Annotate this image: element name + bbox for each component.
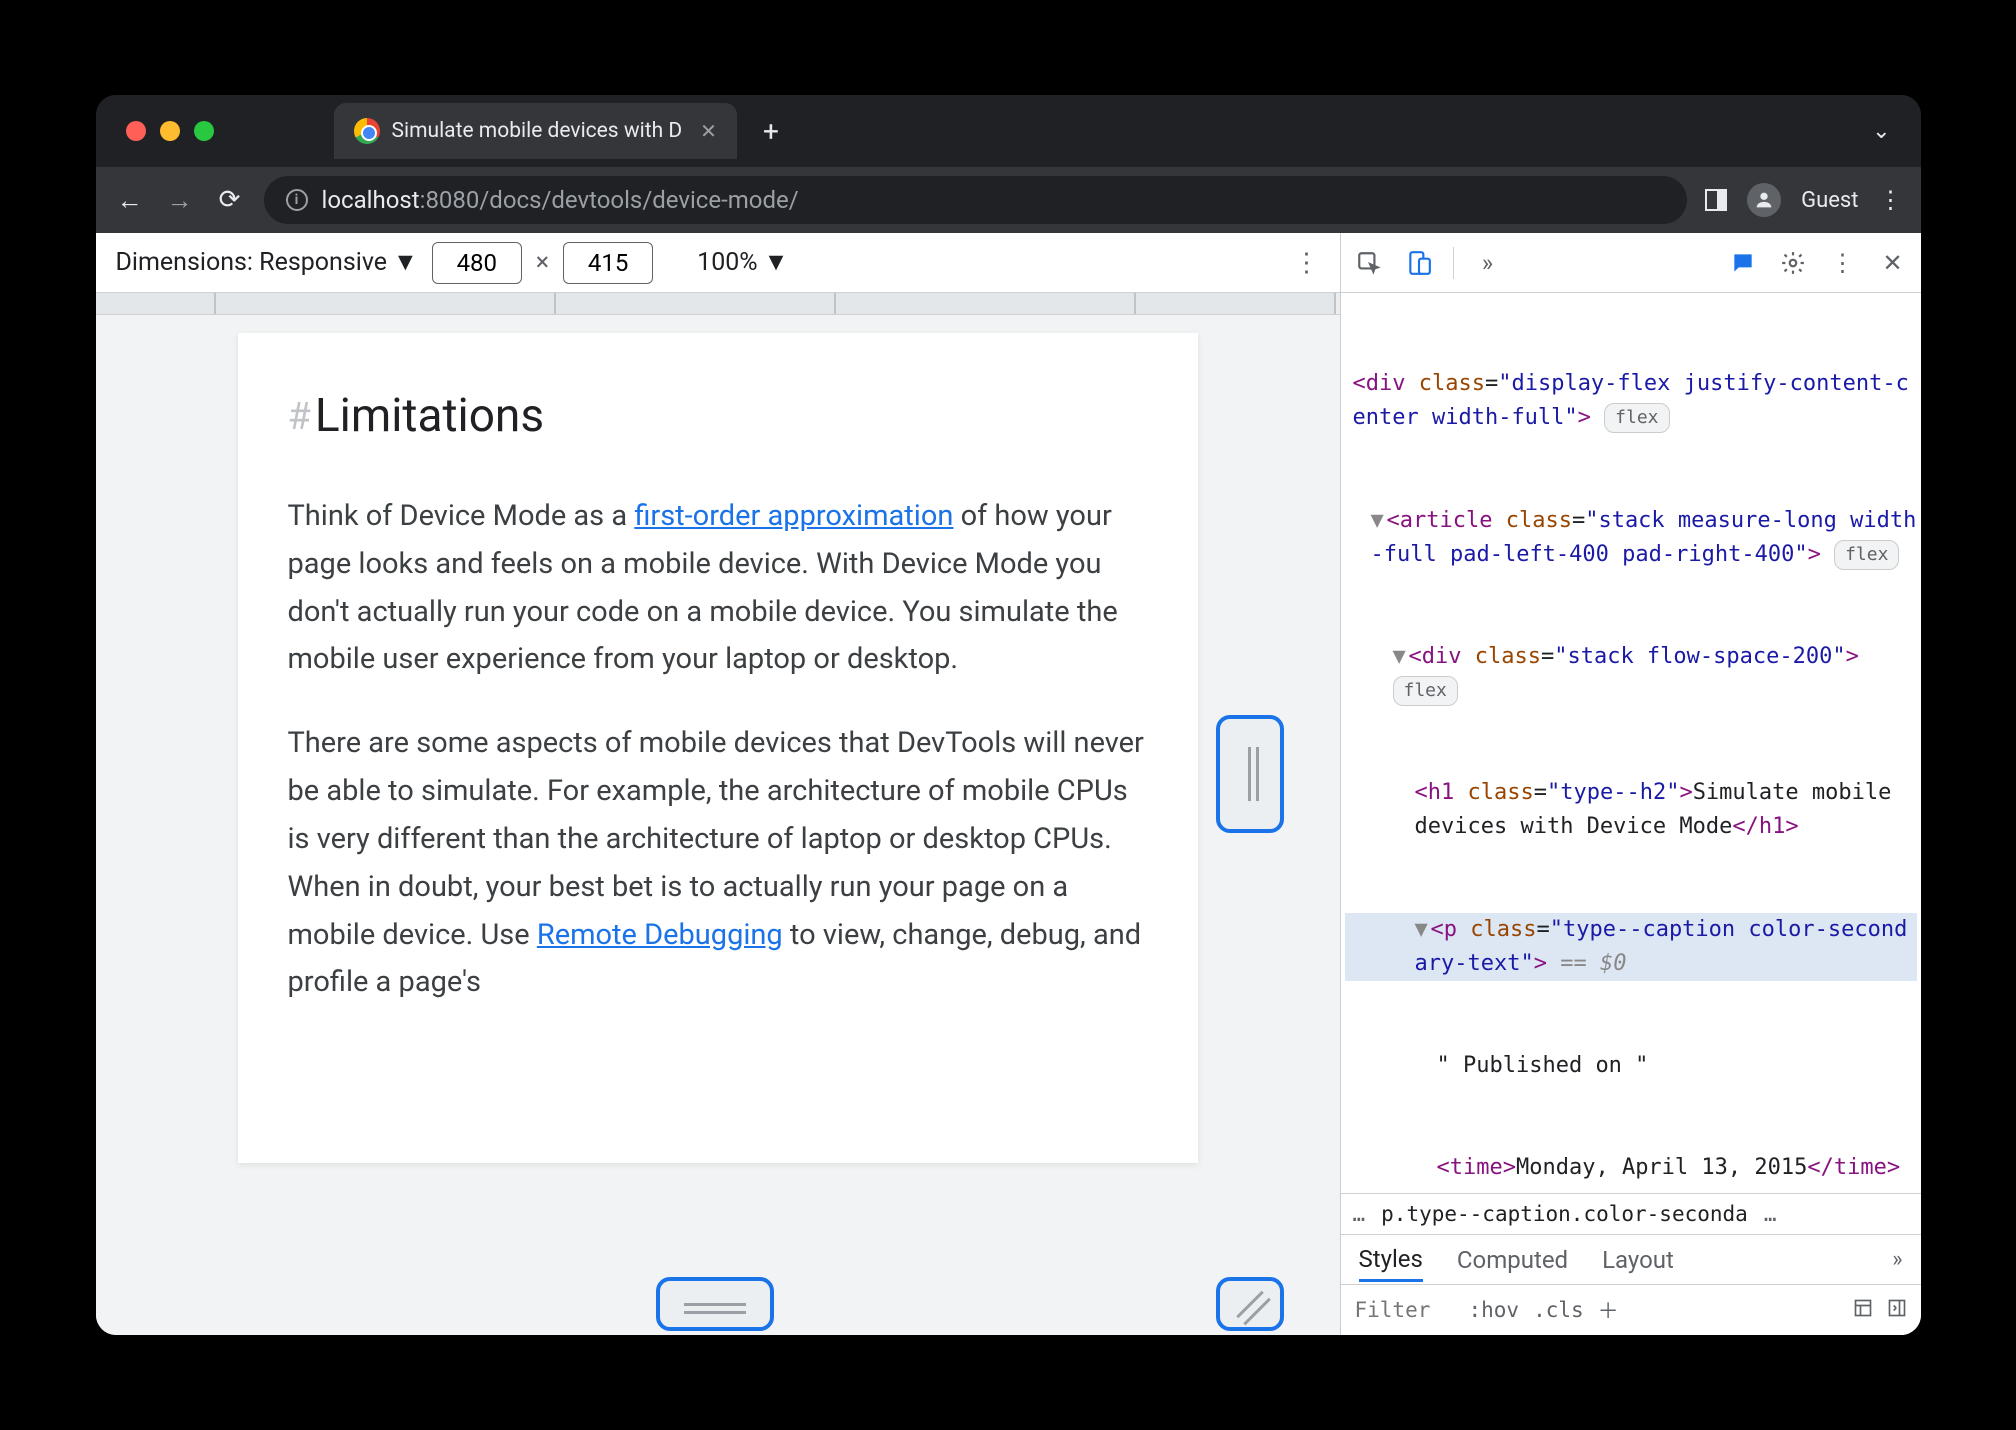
window-controls — [126, 121, 214, 141]
inspect-element-icon[interactable] — [1353, 247, 1385, 279]
crumb-left[interactable]: … — [1353, 1202, 1366, 1226]
resize-handle-right[interactable] — [1216, 715, 1284, 833]
close-devtools-button[interactable]: ✕ — [1877, 247, 1909, 279]
tab-computed[interactable]: Computed — [1457, 1246, 1568, 1274]
crumb-selected[interactable]: p.type--caption.color-seconda — [1381, 1202, 1748, 1226]
elements-dom-tree[interactable]: <div class="display-flex justify-content… — [1341, 293, 1921, 1193]
cls-toggle[interactable]: .cls — [1533, 1298, 1584, 1322]
device-toolbar: Dimensions: Responsive ▼ × 100% ▼ ⋮ — [96, 233, 1340, 293]
minimize-window-button[interactable] — [160, 121, 180, 141]
site-info-icon[interactable]: i — [286, 189, 308, 211]
tab-title: Simulate mobile devices with D — [392, 119, 683, 143]
page-content: #Limitations Think of Device Mode as a f… — [238, 333, 1198, 1163]
forward-button[interactable]: → — [164, 185, 196, 216]
browser-tab[interactable]: Simulate mobile devices with D ✕ — [334, 103, 737, 159]
paragraph-2: There are some aspects of mobile devices… — [288, 720, 1148, 1007]
page-heading: #Limitations — [288, 379, 1148, 455]
anchor-hash-icon: # — [288, 395, 311, 439]
sub-tabs-more-icon[interactable]: » — [1892, 1247, 1902, 1272]
resize-handle-corner[interactable] — [1216, 1277, 1284, 1331]
tab-styles[interactable]: Styles — [1359, 1245, 1423, 1282]
tab-layout[interactable]: Layout — [1602, 1246, 1674, 1274]
paragraph-1: Think of Device Mode as a first-order ap… — [288, 493, 1148, 684]
hov-toggle[interactable]: :hov — [1469, 1298, 1520, 1322]
chrome-icon — [354, 118, 380, 144]
devtools-menu-button[interactable]: ⋮ — [1827, 247, 1859, 279]
browser-menu-button[interactable]: ⋮ — [1879, 186, 1903, 214]
profile-label: Guest — [1801, 188, 1858, 213]
url-text: localhost:8080/docs/devtools/device-mode… — [322, 186, 799, 214]
tabs-dropdown-button[interactable]: ⌄ — [1872, 119, 1890, 144]
styles-toolbar: :hov .cls ＋ — [1341, 1285, 1921, 1335]
styles-filter-input[interactable] — [1355, 1298, 1455, 1322]
settings-gear-icon[interactable] — [1777, 247, 1809, 279]
dimension-separator: × — [536, 248, 549, 277]
device-mode-pane: Dimensions: Responsive ▼ × 100% ▼ ⋮ — [96, 233, 1341, 1335]
reload-button[interactable]: ⟳ — [214, 185, 246, 215]
crumb-right[interactable]: … — [1764, 1202, 1777, 1226]
simulated-viewport: #Limitations Think of Device Mode as a f… — [96, 315, 1340, 1335]
toggle-panel-icon[interactable] — [1887, 1298, 1907, 1323]
close-window-button[interactable] — [126, 121, 146, 141]
width-input[interactable] — [432, 242, 522, 284]
first-order-link[interactable]: first-order approximation — [634, 499, 953, 533]
styles-sub-tabs: Styles Computed Layout » — [1341, 1235, 1921, 1285]
browser-window: Simulate mobile devices with D ✕ + ⌄ ← →… — [96, 95, 1921, 1335]
zoom-dropdown[interactable]: 100% ▼ — [697, 248, 788, 277]
toolbar-right: Guest ⋮ — [1705, 183, 1902, 217]
height-input[interactable] — [563, 242, 653, 284]
ruler — [96, 293, 1340, 315]
content-row: Dimensions: Responsive ▼ × 100% ▼ ⋮ — [96, 233, 1921, 1335]
breadcrumb-bar[interactable]: … p.type--caption.color-seconda … — [1341, 1193, 1921, 1235]
close-tab-button[interactable]: ✕ — [700, 119, 717, 143]
dimensions-dropdown[interactable]: Dimensions: Responsive ▼ — [116, 248, 418, 277]
remote-debugging-link[interactable]: Remote Debugging — [537, 918, 783, 952]
toggle-device-icon[interactable] — [1403, 247, 1435, 279]
new-style-rule-icon[interactable]: ＋ — [1598, 1295, 1619, 1325]
feedback-icon[interactable] — [1727, 247, 1759, 279]
computed-sidebar-icon[interactable] — [1853, 1298, 1873, 1323]
back-button[interactable]: ← — [114, 185, 146, 216]
devtools-tab-bar: » ⋮ ✕ — [1341, 233, 1921, 293]
address-bar: ← → ⟳ i localhost:8080/docs/devtools/dev… — [96, 167, 1921, 233]
maximize-window-button[interactable] — [194, 121, 214, 141]
resize-handle-bottom[interactable] — [656, 1277, 774, 1331]
devtools-panel: » ⋮ ✕ <div class="display-flex justify-c… — [1341, 233, 1921, 1335]
new-tab-button[interactable]: + — [763, 115, 779, 148]
side-panel-icon[interactable] — [1705, 189, 1727, 211]
omnibox[interactable]: i localhost:8080/docs/devtools/device-mo… — [264, 176, 1688, 224]
more-tabs-icon[interactable]: » — [1472, 247, 1504, 279]
separator — [1453, 247, 1454, 279]
profile-avatar-icon[interactable] — [1747, 183, 1781, 217]
tab-bar: Simulate mobile devices with D ✕ + ⌄ — [96, 95, 1921, 167]
device-toolbar-more-button[interactable]: ⋮ — [1294, 248, 1320, 278]
